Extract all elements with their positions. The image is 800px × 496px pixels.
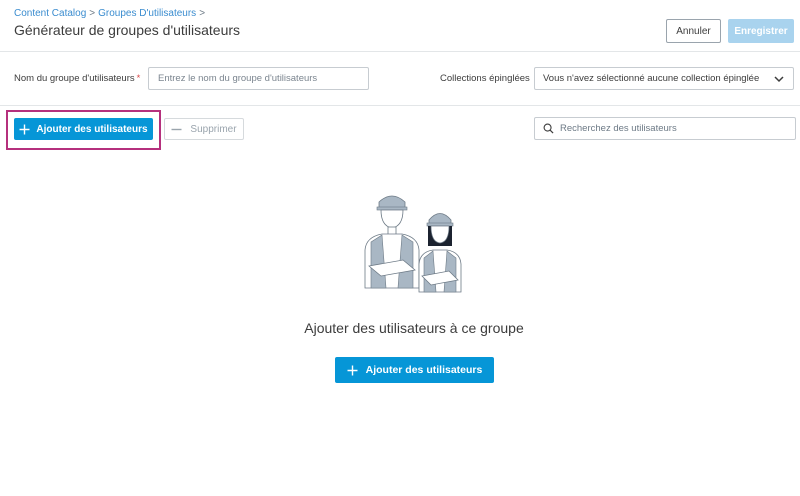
- breadcrumb-separator: >: [199, 8, 206, 19]
- add-users-label: Ajouter des utilisateurs: [36, 123, 148, 135]
- remove-button[interactable]: Supprimer: [164, 118, 244, 140]
- breadcrumb-separator: >: [89, 8, 96, 19]
- plus-icon: [19, 124, 30, 135]
- cancel-button[interactable]: Annuler: [666, 19, 721, 43]
- search-icon: [543, 123, 554, 134]
- breadcrumb: Content Catalog > Groupes D'utilisateurs >: [14, 8, 208, 19]
- add-users-center-button[interactable]: Ajouter des utilisateurs: [335, 357, 494, 383]
- search-input[interactable]: [560, 123, 787, 134]
- breadcrumb-content-catalog[interactable]: Content Catalog: [14, 8, 86, 19]
- workers-illustration: [364, 195, 462, 293]
- page-title: Générateur de groupes d'utilisateurs: [14, 22, 241, 38]
- minus-icon: [171, 124, 182, 135]
- worker-woman-figure: [418, 213, 462, 293]
- pinned-collections-value: Vous n'avez sélectionné aucune collectio…: [543, 73, 760, 84]
- add-users-button[interactable]: Ajouter des utilisateurs: [14, 118, 153, 140]
- plus-icon: [347, 365, 358, 376]
- pinned-collections-select[interactable]: Vous n'avez sélectionné aucune collectio…: [534, 67, 794, 90]
- header-divider: [0, 51, 800, 52]
- remove-label: Supprimer: [190, 123, 237, 135]
- chevron-down-icon: [774, 75, 784, 82]
- add-users-center-label: Ajouter des utilisateurs: [365, 364, 483, 376]
- form-divider: [0, 105, 800, 106]
- user-search[interactable]: [534, 117, 796, 140]
- breadcrumb-user-groups[interactable]: Groupes D'utilisateurs: [98, 8, 196, 19]
- group-name-input[interactable]: [148, 67, 369, 90]
- required-marker: *: [136, 73, 141, 84]
- empty-state-title: Ajouter des utilisateurs à ce groupe: [304, 320, 524, 336]
- save-button[interactable]: Enregistrer: [728, 19, 794, 43]
- group-name-label: Nom du groupe d'utilisateurs *: [14, 73, 141, 84]
- worker-man-figure: [364, 195, 420, 289]
- pinned-collections-label: Collections épinglées: [440, 73, 530, 84]
